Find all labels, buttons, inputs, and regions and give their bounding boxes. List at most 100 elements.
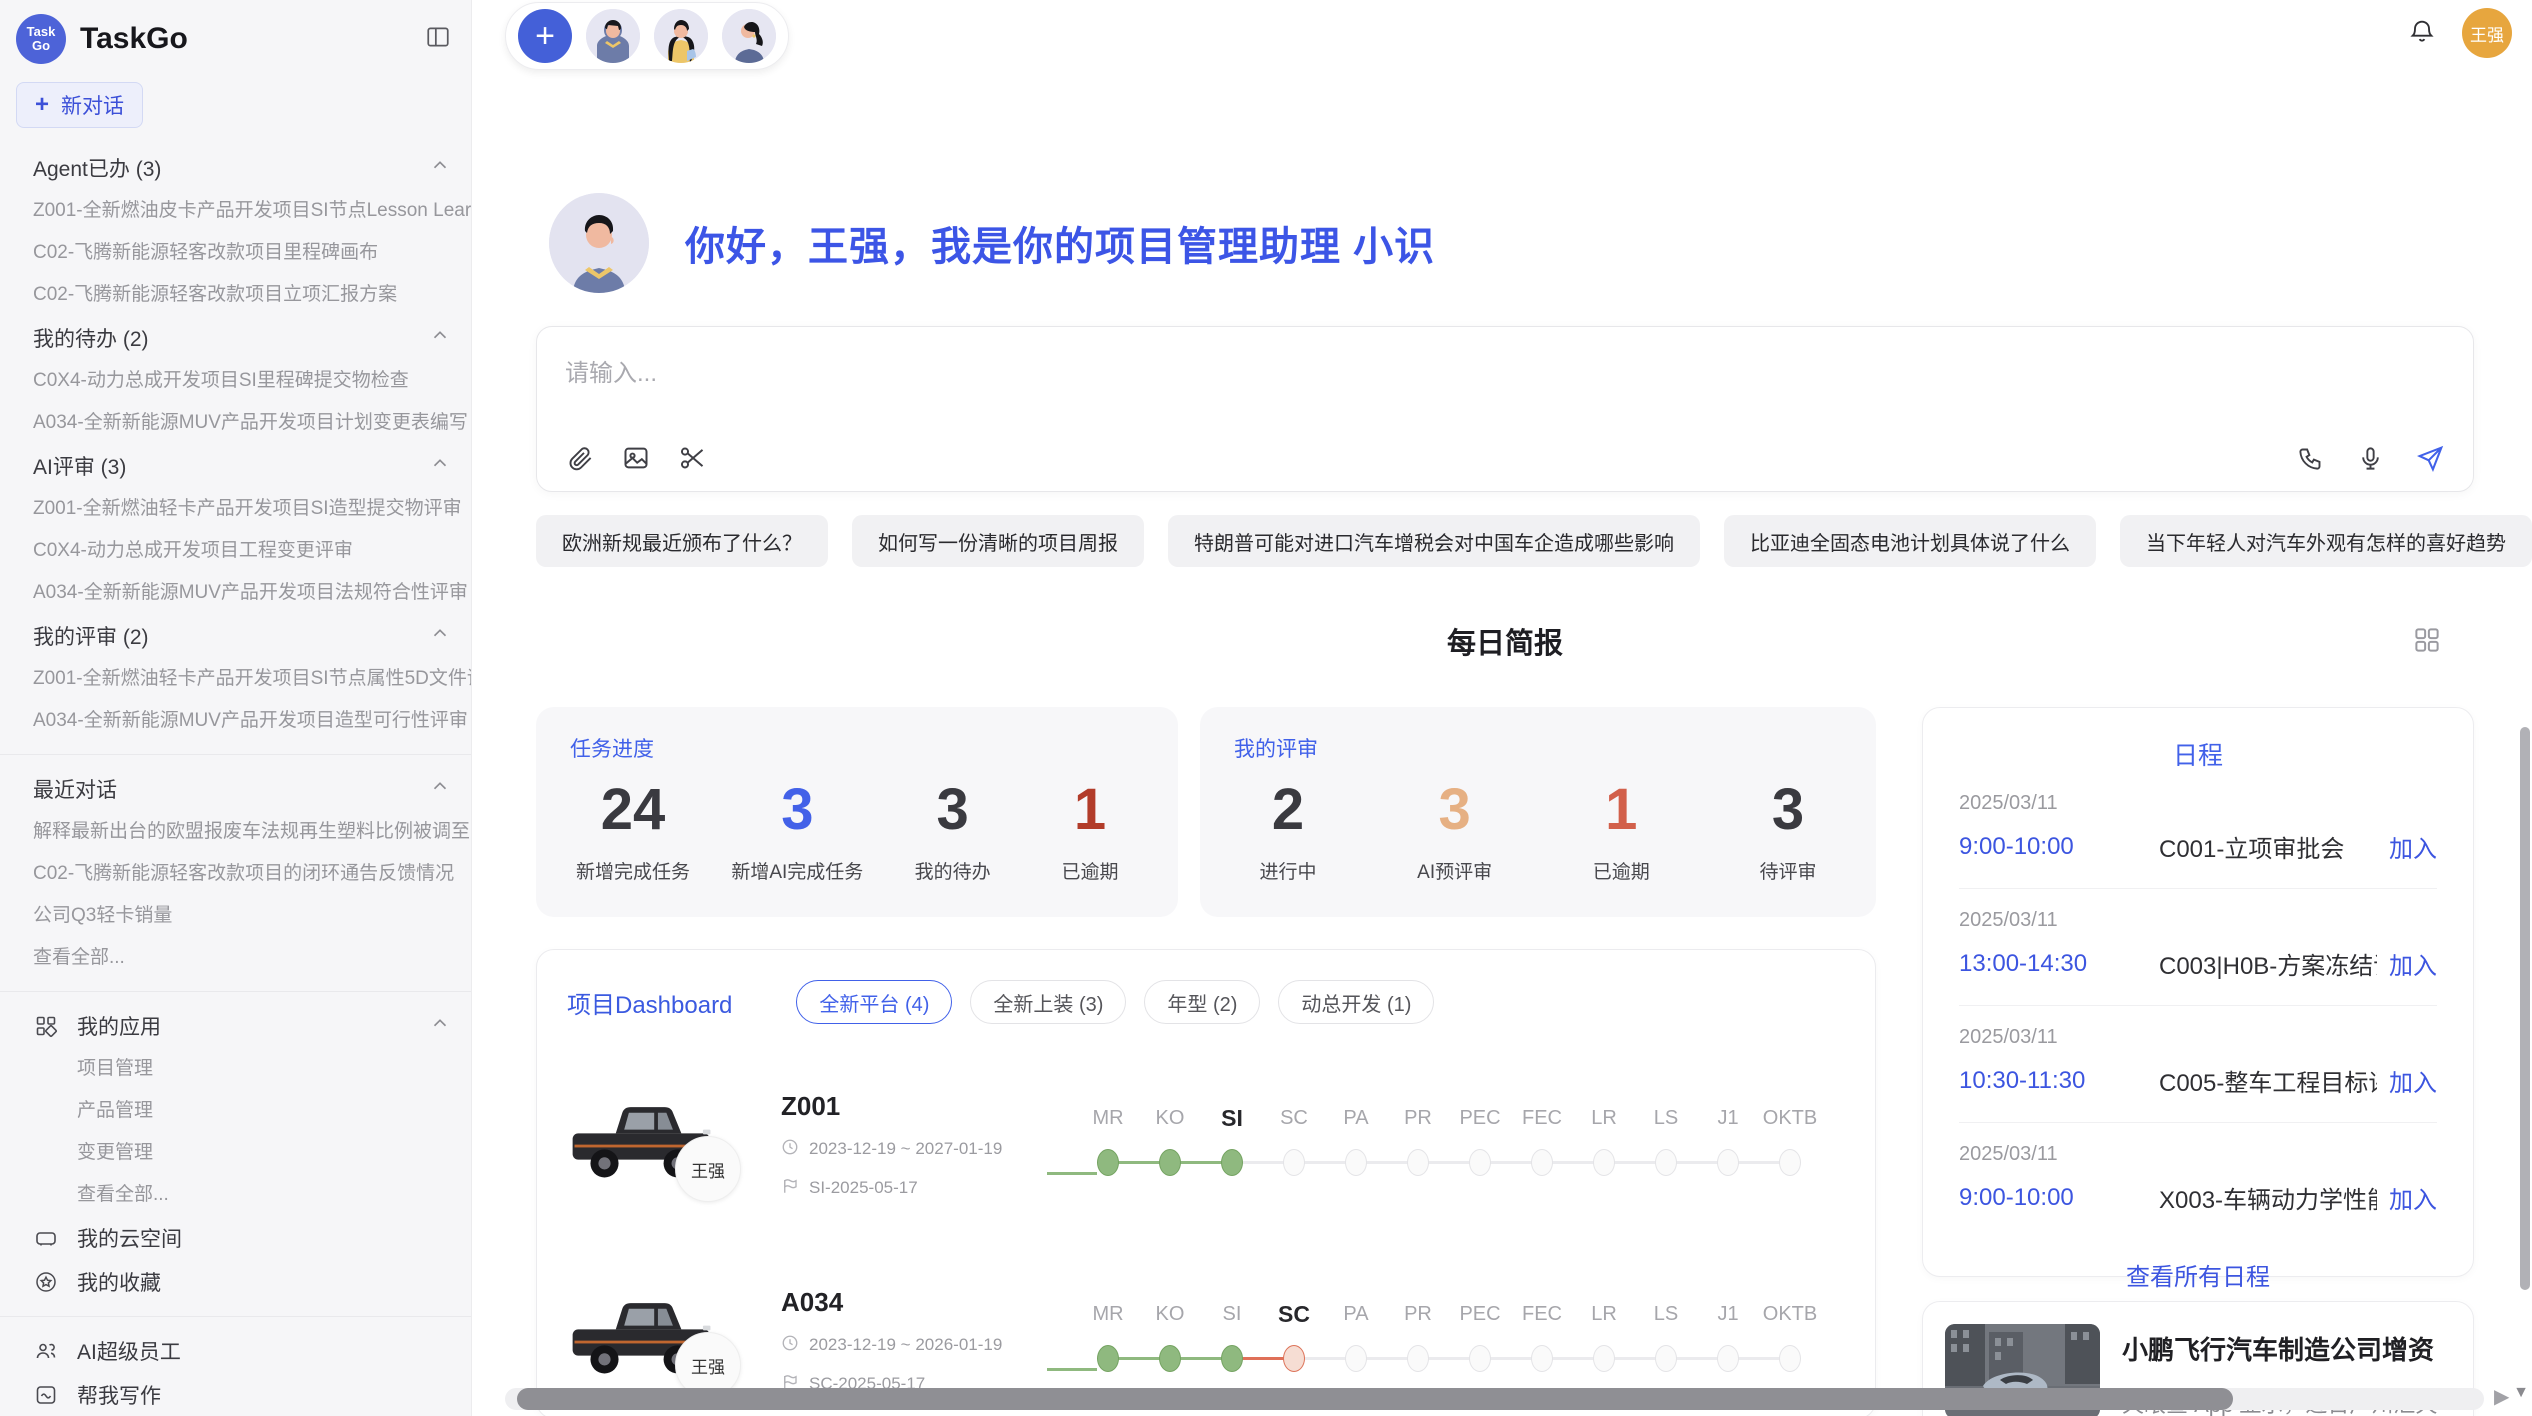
recent-chat-item[interactable]: 解释最新出台的欧盟报废车法规再生塑料比例被调至15%... (0, 811, 471, 853)
milestone-node[interactable]: SI (1201, 1299, 1263, 1383)
app-sub-item[interactable]: 产品管理 (0, 1090, 471, 1132)
phone-icon[interactable] (2295, 443, 2325, 473)
agent-avatar-2[interactable] (654, 9, 708, 63)
horizontal-scrollbar[interactable] (505, 1388, 2484, 1410)
milestone-dot-wrap (1325, 1343, 1387, 1383)
sidebar-item-ai-staff[interactable]: AI超级员工 (0, 1329, 471, 1373)
microphone-icon[interactable] (2355, 443, 2385, 473)
sidebar-task-item[interactable]: A034-全新新能源MUV产品开发项目造型可行性评审 (0, 700, 471, 742)
scissors-icon[interactable] (677, 443, 707, 473)
chevron-up-icon[interactable] (429, 452, 451, 480)
suggestion-chip[interactable]: 欧洲新规最近颁布了什么？ (536, 515, 828, 567)
sidebar-task-item[interactable]: A034-全新新能源MUV产品开发项目法规符合性评审 (0, 572, 471, 614)
dashboard-tab[interactable]: 全新上装 (3) (970, 980, 1126, 1024)
sidebar-section-3[interactable]: 我的评审 (2) (0, 614, 471, 658)
milestone-node[interactable]: KO (1139, 1299, 1201, 1383)
milestone-node[interactable]: KO (1139, 1103, 1201, 1187)
chevron-up-icon[interactable] (429, 622, 451, 650)
join-meeting-link[interactable]: 加入 (2389, 1063, 2437, 1098)
sidebar-item-cloud-drive[interactable]: 我的云空间 (0, 1216, 471, 1260)
dashboard-tab[interactable]: 全新平台 (4) (796, 980, 952, 1024)
milestone-node[interactable]: LS (1635, 1299, 1697, 1383)
sidebar-task-item[interactable]: C0X4-动力总成开发项目SI里程碑提交物检查 (0, 360, 471, 402)
sidebar-task-item[interactable]: Z001-全新燃油皮卡产品开发项目SI节点Lesson Learn报告 (0, 190, 471, 232)
sidebar-section-1[interactable]: 我的待办 (2) (0, 316, 471, 360)
app-sub-item[interactable]: 变更管理 (0, 1132, 471, 1174)
sidebar-task-item[interactable]: Z001-全新燃油轻卡产品开发项目SI节点属性5D文件评审 (0, 658, 471, 700)
sidebar-recent-chats[interactable]: 最近对话 (0, 767, 471, 811)
milestone-node[interactable]: MR (1077, 1103, 1139, 1187)
user-avatar[interactable]: 王强 (2462, 8, 2512, 58)
join-meeting-link[interactable]: 加入 (2389, 946, 2437, 981)
dashboard-tab[interactable]: 动总开发 (1) (1278, 980, 1434, 1024)
milestone-node[interactable]: FEC (1511, 1299, 1573, 1383)
milestone-label: FEC (1511, 1299, 1573, 1329)
milestone-node[interactable]: PA (1325, 1299, 1387, 1383)
recent-chat-item[interactable]: C02-飞腾新能源轻客改款项目的闭环通告反馈情况 (0, 853, 471, 895)
layout-grid-icon[interactable] (2412, 625, 2442, 660)
sidebar-task-item[interactable]: A034-全新新能源MUV产品开发项目计划变更表编写 (0, 402, 471, 444)
chat-input[interactable] (537, 327, 2473, 443)
suggestion-chip[interactable]: 比亚迪全固态电池计划具体说了什么 (1724, 515, 2096, 567)
sidebar-task-item[interactable]: C02-飞腾新能源轻客改款项目里程碑画布 (0, 232, 471, 274)
milestone-node[interactable]: OKTB (1759, 1103, 1821, 1187)
milestone-node[interactable]: PEC (1449, 1103, 1511, 1187)
sidebar-task-item[interactable]: Z001-全新燃油轻卡产品开发项目SI造型提交物评审 (0, 488, 471, 530)
milestone-node[interactable]: PEC (1449, 1299, 1511, 1383)
vertical-scrollbar-thumb[interactable] (2520, 727, 2530, 1290)
chevron-up-icon[interactable] (429, 154, 451, 182)
dashboard-tab[interactable]: 年型 (2) (1144, 980, 1260, 1024)
chevron-up-icon[interactable] (429, 775, 451, 803)
agent-avatar-3[interactable] (722, 9, 776, 63)
brief-columns: 任务进度24新增完成任务3新增AI完成任务3我的待办1已逾期我的评审2进行中3A… (536, 707, 2474, 1416)
send-icon[interactable] (2415, 443, 2445, 473)
scroll-right-arrow-icon[interactable]: ▶ (2494, 1384, 2509, 1409)
sidebar-item-my-apps[interactable]: 我的应用 (0, 1004, 471, 1048)
app-sub-item[interactable]: 项目管理 (0, 1048, 471, 1090)
sidebar-task-item[interactable]: C02-飞腾新能源轻客改款项目立项汇报方案 (0, 274, 471, 316)
main-area: + 王强 你好，王强，我是你的项目管理助理 小识 (472, 0, 2532, 1416)
milestone-node[interactable]: PR (1387, 1299, 1449, 1383)
milestone-node[interactable]: OKTB (1759, 1299, 1821, 1383)
app-sub-item[interactable]: 查看全部... (0, 1174, 471, 1216)
recent-chat-item[interactable]: 查看全部... (0, 937, 471, 979)
image-icon[interactable] (621, 443, 651, 473)
horizontal-scrollbar-thumb[interactable] (517, 1388, 2233, 1410)
notification-bell-icon[interactable] (2408, 17, 2436, 50)
add-agent-button[interactable]: + (518, 9, 572, 63)
sidebar-item-write-helper[interactable]: 帮我写作 (0, 1373, 471, 1416)
milestone-node[interactable]: FEC (1511, 1103, 1573, 1187)
sidebar-task-item[interactable]: C0X4-动力总成开发项目工程变更评审 (0, 530, 471, 572)
chevron-up-icon[interactable] (429, 1012, 451, 1040)
stat-card-0: 任务进度24新增完成任务3新增AI完成任务3我的待办1已逾期 (536, 707, 1178, 917)
milestone-node[interactable]: PR (1387, 1103, 1449, 1187)
milestone-node[interactable]: LR (1573, 1103, 1635, 1187)
milestone-node[interactable]: SC (1263, 1103, 1325, 1187)
suggestion-chip[interactable]: 如何写一份清晰的项目周报 (852, 515, 1144, 567)
sidebar-section-0[interactable]: Agent已办 (3) (0, 146, 471, 190)
milestone-node[interactable]: J1 (1697, 1299, 1759, 1383)
milestone-node[interactable]: LR (1573, 1299, 1635, 1383)
suggestion-chip[interactable]: 当下年轻人对汽车外观有怎样的喜好趋势 (2120, 515, 2532, 567)
stat-item: 3新增AI完成任务 (731, 777, 863, 884)
new-chat-button[interactable]: + 新对话 (16, 82, 143, 128)
attachment-icon[interactable] (565, 443, 595, 473)
milestone-node[interactable]: PA (1325, 1103, 1387, 1187)
sidebar-section-2[interactable]: AI评审 (3) (0, 444, 471, 488)
collapse-sidebar-icon[interactable] (425, 24, 451, 55)
milestone-node[interactable]: LS (1635, 1103, 1697, 1187)
join-meeting-link[interactable]: 加入 (2389, 829, 2437, 864)
recent-chat-item[interactable]: 公司Q3轻卡销量 (0, 895, 471, 937)
view-all-schedule-link[interactable]: 查看所有日程 (1959, 1257, 2437, 1292)
join-meeting-link[interactable]: 加入 (2389, 1180, 2437, 1215)
project-row[interactable]: 王强Z0012023-12-19 ~ 2027-01-19SI-2025-05-… (567, 1070, 1845, 1220)
milestone-node[interactable]: SC (1263, 1299, 1325, 1383)
milestone-node[interactable]: J1 (1697, 1103, 1759, 1187)
scroll-down-arrow-icon[interactable]: ▼ (2513, 1384, 2529, 1402)
suggestion-chip[interactable]: 特朗普可能对进口汽车增税会对中国车企造成哪些影响 (1168, 515, 1700, 567)
milestone-node[interactable]: SI (1201, 1103, 1263, 1187)
milestone-node[interactable]: MR (1077, 1299, 1139, 1383)
sidebar-item-star-badge[interactable]: 我的收藏 (0, 1260, 471, 1304)
agent-avatar-1[interactable] (586, 9, 640, 63)
chevron-up-icon[interactable] (429, 324, 451, 352)
